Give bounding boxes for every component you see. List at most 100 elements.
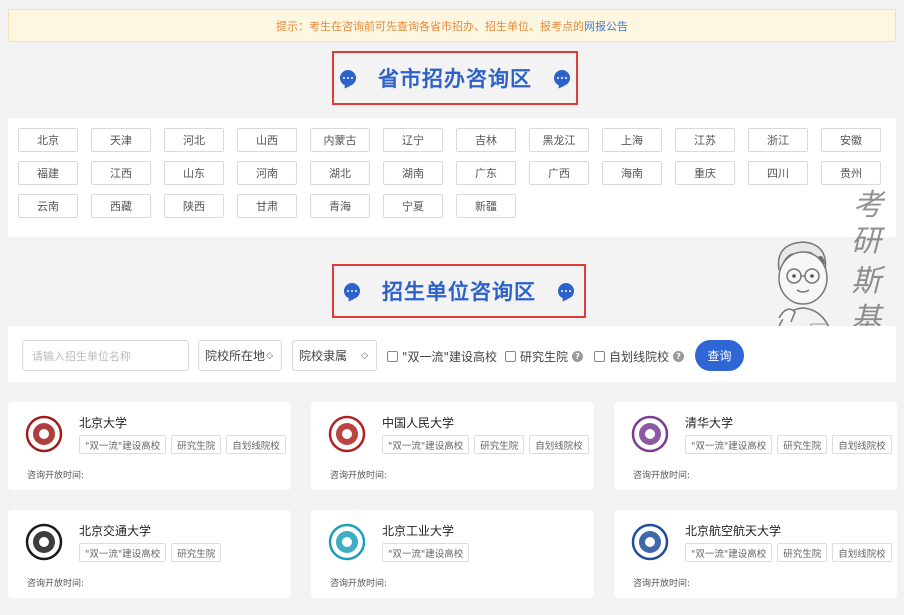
province-button[interactable]: 吉林 bbox=[456, 128, 516, 152]
help-icon[interactable]: ? bbox=[572, 351, 584, 362]
tag-list: "双一流"建设高校 bbox=[382, 543, 474, 562]
provincial-section-heading: 省市招办咨询区 bbox=[332, 51, 578, 105]
province-button[interactable]: 海南 bbox=[602, 161, 662, 185]
filter-double-first-class[interactable]: "双一流"建设高校 bbox=[387, 348, 497, 365]
query-button[interactable]: 查询 bbox=[695, 340, 744, 371]
province-button[interactable]: 黑龙江 bbox=[529, 128, 589, 152]
province-button[interactable]: 山东 bbox=[164, 161, 224, 185]
university-name[interactable]: 清华大学 bbox=[685, 414, 733, 431]
university-logo-icon bbox=[25, 415, 63, 453]
filter-label: 研究生院 bbox=[520, 350, 569, 364]
province-button[interactable]: 陕西 bbox=[164, 194, 224, 218]
notice-bar: 提示：考生在咨询前可先查询各省市招办、招生单位、报考点的 网报公告 bbox=[8, 9, 896, 42]
province-button[interactable]: 宁夏 bbox=[383, 194, 443, 218]
institution-search-input[interactable]: 请输入招生单位名称 bbox=[22, 340, 189, 371]
university-tag: "双一流"建设高校 bbox=[685, 435, 773, 454]
university-name[interactable]: 北京工业大学 bbox=[382, 522, 454, 539]
affiliation-select-label: 院校隶属 bbox=[299, 349, 348, 363]
university-tag: 研究生院 bbox=[171, 543, 222, 562]
section-title: 省市招办咨询区 bbox=[378, 67, 532, 91]
province-button[interactable]: 河南 bbox=[237, 161, 297, 185]
filter-label: "双一流"建设高校 bbox=[402, 350, 498, 364]
university-name[interactable]: 中国人民大学 bbox=[382, 414, 454, 431]
university-logo-icon bbox=[631, 523, 669, 561]
section-title: 招生单位咨询区 bbox=[382, 280, 536, 304]
chat-bubble-icon bbox=[344, 283, 360, 299]
affiliation-select[interactable]: 院校隶属 ◇ bbox=[292, 340, 377, 371]
university-tag: 自划线院校 bbox=[832, 543, 892, 562]
university-tag: "双一流"建设高校 bbox=[685, 543, 773, 562]
chevron-updown-icon: ◇ bbox=[266, 350, 273, 361]
watermark: 考 研 斯 基 bbox=[765, 180, 900, 348]
province-button[interactable]: 安徽 bbox=[821, 128, 881, 152]
province-button[interactable]: 广东 bbox=[456, 161, 516, 185]
university-tag: 自划线院校 bbox=[529, 435, 589, 454]
tag-list: "双一流"建设高校 研究生院 bbox=[79, 543, 226, 562]
consult-open-time-label: 咨询开放时间: bbox=[330, 579, 388, 589]
university-name[interactable]: 北京大学 bbox=[79, 414, 127, 431]
province-button[interactable]: 辽宁 bbox=[383, 128, 443, 152]
chat-bubble-icon bbox=[554, 70, 570, 86]
province-button[interactable]: 天津 bbox=[91, 128, 151, 152]
filter-graduate-school[interactable]: 研究生院 ? bbox=[505, 348, 584, 365]
province-button[interactable]: 北京 bbox=[18, 128, 78, 152]
university-card[interactable]: 北京大学 "双一流"建设高校 研究生院 自划线院校咨询开放时间: bbox=[8, 402, 291, 490]
university-card[interactable]: 北京工业大学 "双一流"建设高校咨询开放时间: bbox=[311, 510, 594, 598]
province-button[interactable]: 云南 bbox=[18, 194, 78, 218]
university-tag: "双一流"建设高校 bbox=[382, 543, 470, 562]
institution-section-heading: 招生单位咨询区 bbox=[332, 264, 586, 318]
university-tag: 自划线院校 bbox=[226, 435, 286, 454]
province-button[interactable]: 浙江 bbox=[748, 128, 808, 152]
province-button[interactable]: 甘肃 bbox=[237, 194, 297, 218]
notice-link[interactable]: 网报公告 bbox=[584, 18, 628, 34]
consult-open-time-label: 咨询开放时间: bbox=[633, 471, 691, 481]
university-tag: 自划线院校 bbox=[832, 435, 892, 454]
checkbox[interactable] bbox=[594, 351, 605, 362]
university-name[interactable]: 北京交通大学 bbox=[79, 522, 151, 539]
province-button[interactable]: 青海 bbox=[310, 194, 370, 218]
province-button[interactable]: 上海 bbox=[602, 128, 662, 152]
consult-open-time-label: 咨询开放时间: bbox=[27, 579, 85, 589]
location-select[interactable]: 院校所在地 ◇ bbox=[198, 340, 282, 371]
province-button[interactable]: 重庆 bbox=[675, 161, 735, 185]
province-button[interactable]: 福建 bbox=[18, 161, 78, 185]
tag-list: "双一流"建设高校 研究生院 自划线院校 bbox=[79, 435, 291, 454]
filter-label: 自划线院校 bbox=[609, 350, 670, 364]
university-name[interactable]: 北京航空航天大学 bbox=[685, 522, 781, 539]
search-panel: 请输入招生单位名称 院校所在地 ◇ 院校隶属 ◇ "双一流"建设高校 研究生院 … bbox=[8, 326, 896, 382]
consult-open-time-label: 咨询开放时间: bbox=[633, 579, 691, 589]
province-button[interactable]: 湖南 bbox=[383, 161, 443, 185]
province-button[interactable]: 湖北 bbox=[310, 161, 370, 185]
checkbox[interactable] bbox=[505, 351, 516, 362]
university-card[interactable]: 清华大学 "双一流"建设高校 研究生院 自划线院校咨询开放时间: bbox=[614, 402, 897, 490]
university-tag: "双一流"建设高校 bbox=[79, 543, 167, 562]
notice-text: 提示：考生在咨询前可先查询各省市招办、招生单位、报考点的 bbox=[276, 19, 584, 33]
filter-self-cutoff[interactable]: 自划线院校 ? bbox=[594, 348, 685, 365]
consult-open-time-label: 咨询开放时间: bbox=[27, 471, 85, 481]
university-tag: 研究生院 bbox=[171, 435, 222, 454]
university-card[interactable]: 北京交通大学 "双一流"建设高校 研究生院咨询开放时间: bbox=[8, 510, 291, 598]
university-logo-icon bbox=[328, 415, 366, 453]
province-button[interactable]: 新疆 bbox=[456, 194, 516, 218]
university-card[interactable]: 中国人民大学 "双一流"建设高校 研究生院 自划线院校咨询开放时间: bbox=[311, 402, 594, 490]
tag-list: "双一流"建设高校 研究生院 自划线院校 bbox=[685, 435, 897, 454]
province-button[interactable]: 河北 bbox=[164, 128, 224, 152]
university-tag: 研究生院 bbox=[777, 543, 828, 562]
university-logo-icon bbox=[25, 523, 63, 561]
checkbox[interactable] bbox=[387, 351, 398, 362]
province-button[interactable]: 内蒙古 bbox=[310, 128, 370, 152]
university-tag: "双一流"建设高校 bbox=[382, 435, 470, 454]
province-button[interactable]: 江苏 bbox=[675, 128, 735, 152]
location-select-label: 院校所在地 bbox=[205, 349, 266, 363]
help-icon[interactable]: ? bbox=[673, 351, 685, 362]
province-grid: 北京 天津 河北 山西 内蒙古 辽宁 吉林 黑龙江 上海 江苏 浙江 安徽福建 江西 山东 河南 湖北 湖南 广东… bbox=[18, 128, 881, 218]
consult-open-time-label: 咨询开放时间: bbox=[330, 471, 388, 481]
province-button[interactable]: 西藏 bbox=[91, 194, 151, 218]
tag-list: "双一流"建设高校 研究生院 自划线院校 bbox=[382, 435, 594, 454]
province-button[interactable]: 广西 bbox=[529, 161, 589, 185]
province-button[interactable]: 江西 bbox=[91, 161, 151, 185]
chat-bubble-icon bbox=[558, 283, 574, 299]
university-tag: "双一流"建设高校 bbox=[79, 435, 167, 454]
province-button[interactable]: 山西 bbox=[237, 128, 297, 152]
university-card[interactable]: 北京航空航天大学 "双一流"建设高校 研究生院 自划线院校咨询开放时间: bbox=[614, 510, 897, 598]
